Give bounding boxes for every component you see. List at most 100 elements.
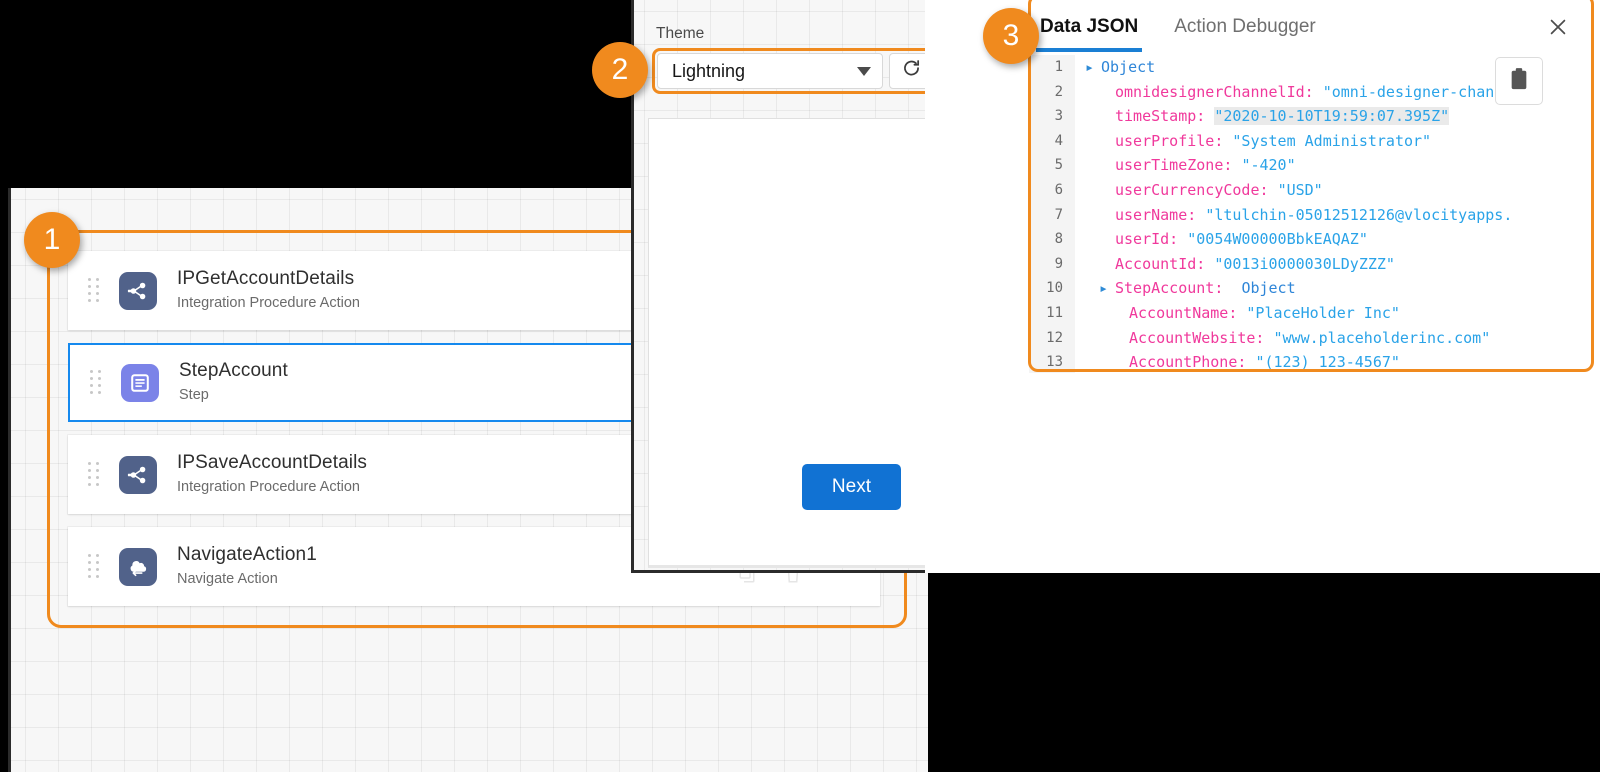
json-code-line: 9 AccountId: "0013i0000030LDyZZZ" bbox=[1029, 251, 1594, 277]
json-line-content: userName: "ltulchin-05012512126@vlocitya… bbox=[1075, 203, 1512, 228]
json-code-line: 4 userProfile: "System Administrator" bbox=[1029, 128, 1594, 154]
json-value: "www.placeholderinc.com" bbox=[1273, 328, 1491, 347]
json-value: Object bbox=[1101, 58, 1156, 76]
callout-badge-2: 2 bbox=[592, 42, 648, 98]
json-code-line: 6 userCurrencyCode: "USD" bbox=[1029, 177, 1594, 203]
json-line-content: userTimeZone: "-420" bbox=[1075, 153, 1296, 178]
json-key: omnidesignerChannelId: bbox=[1115, 82, 1323, 101]
json-value: "System Administrator" bbox=[1232, 131, 1432, 150]
json-code-line: 10 ▸ StepAccount: Object bbox=[1029, 276, 1594, 301]
json-value: "ltulchin-05012512126@vlocityapps. bbox=[1205, 205, 1513, 224]
step-subtitle: Integration Procedure Action bbox=[177, 479, 360, 496]
tab-action-debugger[interactable]: Action Debugger bbox=[1170, 4, 1320, 52]
json-key: AccountWebsite: bbox=[1129, 328, 1274, 347]
json-code-line: 8 userId: "0054W00000BbkEAQAZ" bbox=[1029, 227, 1594, 252]
chevron-down-icon bbox=[857, 66, 871, 76]
drag-handle-icon[interactable] bbox=[88, 461, 103, 488]
step-subtitle: Step bbox=[179, 387, 209, 404]
line-number: 4 bbox=[1029, 128, 1075, 154]
json-key: AccountName: bbox=[1129, 303, 1247, 322]
json-value: Object bbox=[1241, 279, 1296, 298]
json-line-content: timeStamp: "2020-10-10T19:59:07.395Z" bbox=[1075, 104, 1450, 129]
expander-arrow-icon[interactable]: ▸ bbox=[1085, 55, 1101, 80]
step-subtitle: Navigate Action bbox=[177, 571, 278, 588]
json-line-content: omnidesignerChannelId: "omni-designer-ch… bbox=[1075, 80, 1512, 105]
json-code-line: 5 userTimeZone: "-420" bbox=[1029, 153, 1594, 178]
json-key: AccountId: bbox=[1115, 254, 1215, 273]
json-value: "2020-10-10T19:59:07.395Z" bbox=[1214, 107, 1450, 126]
json-line-content: AccountName: "PlaceHolder Inc" bbox=[1075, 301, 1400, 326]
step-text: NavigateAction1 Navigate Action bbox=[177, 543, 317, 589]
theme-select[interactable]: Lightning bbox=[657, 53, 883, 89]
theme-selected-value: Lightning bbox=[672, 60, 746, 81]
drag-handle-icon[interactable] bbox=[88, 277, 103, 304]
next-button[interactable]: Next bbox=[801, 464, 901, 510]
json-value: "omni-designer-channe bbox=[1322, 82, 1513, 101]
line-number: 13 bbox=[1029, 350, 1075, 373]
drag-handle-icon[interactable] bbox=[88, 553, 103, 580]
json-line-content: ▸ Object bbox=[1075, 55, 1155, 80]
json-line-content: AccountWebsite: "www.placeholderinc.com" bbox=[1075, 326, 1490, 351]
integration-procedure-icon bbox=[119, 455, 157, 494]
copy-to-clipboard-button[interactable] bbox=[1495, 57, 1543, 105]
json-code-line: 13 AccountPhone: "(123) 123-4567" bbox=[1029, 350, 1594, 373]
json-key: AccountPhone: bbox=[1129, 353, 1256, 372]
json-value: "USD" bbox=[1277, 180, 1323, 199]
tab-data-json[interactable]: Data JSON bbox=[1036, 4, 1143, 52]
theme-control-highlight: Lightning bbox=[652, 48, 938, 94]
step-title: NavigateAction1 bbox=[177, 544, 317, 566]
line-number: 5 bbox=[1029, 153, 1075, 178]
json-panel-tabs: Data JSON Action Debugger bbox=[1028, 0, 1594, 55]
close-icon[interactable] bbox=[1544, 13, 1572, 41]
step-icon bbox=[121, 363, 159, 402]
line-number: 10 bbox=[1029, 276, 1075, 301]
omniscript-preview-surface: Next bbox=[648, 118, 942, 568]
step-subtitle: Integration Procedure Action bbox=[177, 295, 360, 312]
step-text: StepAccount Step bbox=[179, 359, 288, 405]
line-number: 9 bbox=[1029, 251, 1075, 277]
json-value: "0013i0000030LDyZZZ" bbox=[1214, 254, 1395, 273]
json-value: "(123) 123-4567" bbox=[1255, 353, 1400, 372]
json-line-content: AccountPhone: "(123) 123-4567" bbox=[1075, 350, 1400, 373]
line-number: 2 bbox=[1029, 79, 1075, 105]
json-key: userName: bbox=[1115, 205, 1206, 224]
navigate-action-icon bbox=[119, 547, 157, 586]
json-code-line: 3 timeStamp: "2020-10-10T19:59:07.395Z" bbox=[1029, 104, 1594, 129]
step-title: IPSaveAccountDetails bbox=[177, 452, 367, 474]
json-code-line: 12 AccountWebsite: "www.placeholderinc.c… bbox=[1029, 325, 1594, 351]
json-value: "-420" bbox=[1241, 156, 1296, 175]
callout-badge-3: 3 bbox=[983, 8, 1039, 64]
json-line-content: userCurrencyCode: "USD" bbox=[1075, 178, 1323, 203]
line-number: 1 bbox=[1029, 55, 1075, 80]
step-title: IPGetAccountDetails bbox=[177, 268, 355, 290]
json-line-content: userId: "0054W00000BbkEAQAZ" bbox=[1075, 227, 1368, 252]
line-number: 7 bbox=[1029, 202, 1075, 228]
line-number: 12 bbox=[1029, 325, 1075, 351]
expander-arrow-icon[interactable]: ▸ bbox=[1099, 276, 1115, 301]
json-key: timeStamp: bbox=[1115, 107, 1215, 126]
json-key: userId: bbox=[1115, 230, 1188, 249]
step-text: IPGetAccountDetails Integration Procedur… bbox=[177, 267, 360, 313]
drag-handle-icon[interactable] bbox=[90, 369, 105, 396]
step-text: IPSaveAccountDetails Integration Procedu… bbox=[177, 451, 367, 497]
json-value: "0054W00000BbkEAQAZ" bbox=[1187, 230, 1368, 249]
json-key: StepAccount: bbox=[1115, 279, 1242, 298]
line-number: 8 bbox=[1029, 227, 1075, 252]
clipboard-icon bbox=[1508, 67, 1530, 96]
theme-label: Theme bbox=[656, 25, 705, 42]
json-line-content: ▸ StepAccount: Object bbox=[1075, 276, 1296, 301]
callout-badge-1: 1 bbox=[24, 212, 80, 268]
json-key: userProfile: bbox=[1115, 131, 1233, 150]
json-code-line: 7 userName: "ltulchin-05012512126@vlocit… bbox=[1029, 202, 1594, 228]
